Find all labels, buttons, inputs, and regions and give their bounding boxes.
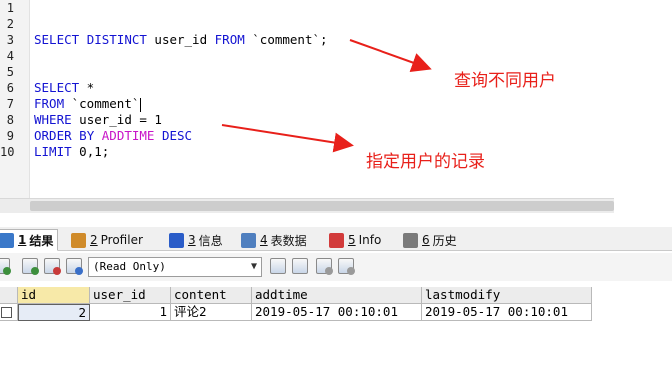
save-icon[interactable] bbox=[292, 258, 308, 274]
annotation-arrows bbox=[221, 39, 432, 153]
profiler-icon bbox=[71, 232, 86, 248]
tab-label: 历史 bbox=[432, 233, 457, 248]
tab-calendar[interactable]: 6 历史 bbox=[398, 229, 462, 251]
chevron-down-icon[interactable]: ▼ bbox=[251, 258, 257, 276]
row-selector[interactable] bbox=[0, 304, 18, 321]
result-mode-value: (Read Only) bbox=[93, 260, 166, 273]
cell-lastmodify[interactable]: 2019-05-17 00:10:01 bbox=[422, 304, 592, 321]
tab-profiler[interactable]: 2 Profiler bbox=[66, 229, 148, 251]
tab-label: 结果 bbox=[29, 233, 54, 248]
arrow-user-records bbox=[221, 124, 354, 153]
column-header-content[interactable]: content bbox=[171, 287, 252, 304]
export-icon[interactable] bbox=[0, 258, 11, 275]
grid-icon bbox=[0, 232, 14, 248]
tab-number: 5 bbox=[348, 233, 356, 247]
tab-label: 表数据 bbox=[270, 233, 307, 248]
copy-icon[interactable] bbox=[270, 258, 286, 274]
cell-user_id[interactable]: 1 bbox=[90, 304, 171, 321]
annotation-distinct-users: 查询不同用户 bbox=[454, 71, 556, 91]
cell-id[interactable]: 2 bbox=[18, 304, 90, 321]
grid-corner[interactable] bbox=[0, 287, 18, 304]
refresh-icon[interactable] bbox=[66, 258, 83, 275]
tab-label: 信息 bbox=[198, 233, 223, 248]
tab-info-shapes[interactable]: 5 Info bbox=[324, 229, 386, 251]
reset-icon[interactable] bbox=[338, 258, 355, 275]
cell-content[interactable]: 评论2 bbox=[171, 304, 252, 321]
annotation-user-records: 指定用户的记录 bbox=[366, 152, 485, 172]
column-header-lastmodify[interactable]: lastmodify bbox=[422, 287, 592, 304]
cancel-icon[interactable] bbox=[316, 258, 333, 275]
cell-addtime[interactable]: 2019-05-17 00:10:01 bbox=[252, 304, 422, 321]
tab-number: 6 bbox=[422, 233, 430, 247]
tab-label: Profiler bbox=[100, 233, 143, 247]
tab-number: 1 bbox=[18, 233, 27, 247]
column-header-id[interactable]: id bbox=[18, 287, 90, 304]
info-shapes-icon bbox=[329, 232, 344, 248]
arrow-distinct-users bbox=[349, 39, 432, 73]
tab-label: Info bbox=[358, 233, 382, 247]
tab-table-data[interactable]: 4 表数据 bbox=[236, 229, 312, 251]
delete-row-icon[interactable] bbox=[44, 258, 61, 275]
tab-number: 2 bbox=[90, 233, 98, 247]
column-header-user_id[interactable]: user_id bbox=[90, 287, 171, 304]
tab-info[interactable]: 3 信息 bbox=[164, 229, 228, 251]
tab-number: 3 bbox=[188, 233, 196, 247]
editor-horizontal-scrollbar[interactable] bbox=[0, 198, 614, 213]
result-tabs: 1 结果 2 Profiler 3 信息 4 表数据 5 Info 6 历史 bbox=[0, 227, 672, 251]
row-checkbox[interactable] bbox=[1, 307, 12, 318]
scrollbar-thumb[interactable] bbox=[30, 201, 614, 211]
tab-number: 4 bbox=[260, 233, 268, 247]
info-icon bbox=[169, 232, 184, 248]
add-row-icon[interactable] bbox=[22, 258, 39, 275]
calendar-icon bbox=[403, 232, 418, 248]
result-mode-select[interactable]: (Read Only) ▼ bbox=[88, 257, 262, 277]
column-header-addtime[interactable]: addtime bbox=[252, 287, 422, 304]
table-data-icon bbox=[241, 232, 256, 248]
tab-grid[interactable]: 1 结果 bbox=[0, 229, 59, 251]
